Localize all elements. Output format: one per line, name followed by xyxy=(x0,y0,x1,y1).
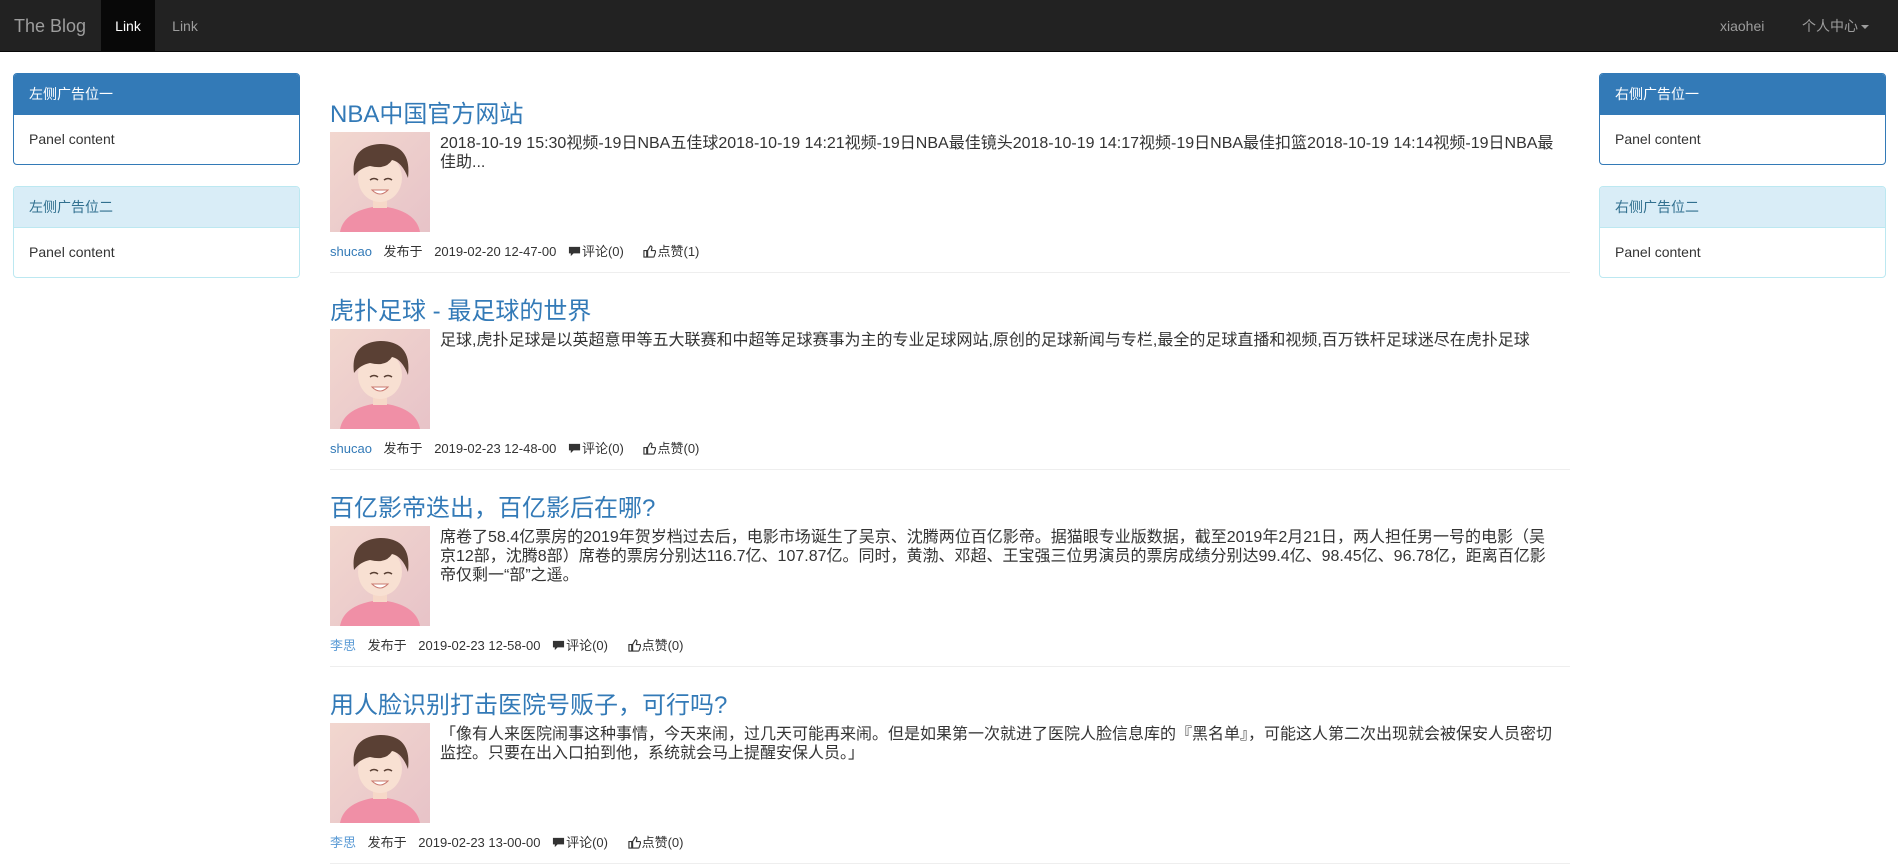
comments-link[interactable]: 评论(0) xyxy=(552,835,616,850)
comments-count: 评论(0) xyxy=(566,638,608,653)
left-ad-panel-2: 左侧广告位二 Panel content xyxy=(13,186,300,278)
article-title-link[interactable]: 用人脸识别打击医院号贩子，可行吗? xyxy=(330,685,727,720)
likes-count: 点赞(0) xyxy=(657,441,700,456)
article-title-link[interactable]: 百亿影帝迭出，百亿影后在哪? xyxy=(330,488,655,523)
likes-link[interactable]: 点赞(0) xyxy=(643,441,707,456)
comments-count: 评论(0) xyxy=(581,441,624,456)
panel-body: Panel content xyxy=(29,244,115,260)
author-link[interactable]: shucao xyxy=(330,244,372,259)
panel-heading: 右侧广告位二 xyxy=(1600,187,1885,228)
article-summary: 足球,虎扑足球是以英超意甲等五大联赛和中超等足球赛事为主的专业足球网站,原创的足… xyxy=(440,332,1530,349)
likes-link[interactable]: 点赞(1) xyxy=(643,244,707,259)
published-label: 发布于 xyxy=(383,244,423,259)
brand-link[interactable]: The Blog xyxy=(14,0,86,52)
comment-icon xyxy=(552,640,565,651)
article-item: 用人脸识别打击医院号贩子，可行吗? 「像有人来医院闹事这种事情，今天来闹，过几天… xyxy=(330,667,1570,864)
article-thumbnail[interactable] xyxy=(330,723,430,823)
publish-date: 2019-02-23 13-00-00 xyxy=(418,835,541,850)
comment-icon xyxy=(568,246,581,257)
comment-icon xyxy=(552,837,565,848)
author-link[interactable]: shucao xyxy=(330,441,372,456)
nav-link-active[interactable]: Link xyxy=(101,0,155,52)
publish-date: 2019-02-23 12-48-00 xyxy=(434,441,557,456)
panel-body: Panel content xyxy=(1615,131,1701,147)
article-summary: 席卷了58.4亿票房的2019年贺岁档过去后，电影市场诞生了吴京、沈腾两位百亿影… xyxy=(440,529,1546,584)
article-meta: shucao 发布于 2019-02-20 12-47-00 评论(0) 点赞(… xyxy=(330,241,715,260)
panel-heading: 右侧广告位一 xyxy=(1600,74,1885,115)
thumbs-up-icon xyxy=(643,245,657,258)
user-name-link[interactable]: xiaohei xyxy=(1720,0,1764,52)
chevron-down-icon xyxy=(1861,25,1869,30)
likes-link[interactable]: 点赞(0) xyxy=(627,638,692,653)
thumbs-up-icon xyxy=(643,442,657,455)
comments-link[interactable]: 评论(0) xyxy=(568,244,632,259)
panel-body: Panel content xyxy=(29,131,115,147)
right-ad-panel-2: 右侧广告位二 Panel content xyxy=(1599,186,1886,278)
publish-date: 2019-02-20 12-47-00 xyxy=(434,244,557,259)
article-item: 百亿影帝迭出，百亿影后在哪? 席卷了58.4亿票房的2019年贺岁档过去后，电影… xyxy=(330,470,1570,667)
author-link[interactable]: 李思 xyxy=(330,835,356,850)
likes-count: 点赞(1) xyxy=(657,244,700,259)
article-summary: 「像有人来医院闹事这种事情，今天来闹，过几天可能再来闹。但是如果第一次就进了医院… xyxy=(440,726,1553,762)
panel-body: Panel content xyxy=(1615,244,1701,260)
comments-count: 评论(0) xyxy=(581,244,624,259)
article-thumbnail[interactable] xyxy=(330,132,430,232)
likes-count: 点赞(0) xyxy=(641,638,684,653)
thumbs-up-icon xyxy=(627,639,641,652)
article-item: 虎扑足球 - 最足球的世界 足球,虎扑足球是以英超意甲等五大联赛和中超等足球赛事… xyxy=(330,273,1570,470)
likes-link[interactable]: 点赞(0) xyxy=(627,835,692,850)
thumbs-up-icon xyxy=(627,836,641,849)
top-navbar: The Blog Link Link xiaohei 个人中心 xyxy=(0,0,1898,52)
article-thumbnail[interactable] xyxy=(330,329,430,429)
article-thumbnail[interactable] xyxy=(330,526,430,626)
article-meta: 李思 发布于 2019-02-23 13-00-00 评论(0) 点赞(0) xyxy=(330,832,699,851)
user-center-label: 个人中心 xyxy=(1802,18,1858,34)
panel-heading: 左侧广告位一 xyxy=(14,74,299,115)
comments-link[interactable]: 评论(0) xyxy=(552,638,616,653)
panel-heading: 左侧广告位二 xyxy=(14,187,299,228)
publish-date: 2019-02-23 12-58-00 xyxy=(418,638,541,653)
comments-link[interactable]: 评论(0) xyxy=(568,441,632,456)
nav-link[interactable]: Link xyxy=(160,0,210,52)
user-center-dropdown[interactable]: 个人中心 xyxy=(1802,0,1869,52)
article-title-link[interactable]: NBA中国官方网站 xyxy=(330,94,523,129)
article-summary: 2018-10-19 15:30视频-19日NBA五佳球2018-10-19 1… xyxy=(440,135,1554,171)
comment-icon xyxy=(568,443,581,454)
published-label: 发布于 xyxy=(367,835,407,850)
author-link[interactable]: 李思 xyxy=(330,638,356,653)
article-title-link[interactable]: 虎扑足球 - 最足球的世界 xyxy=(330,291,591,326)
published-label: 发布于 xyxy=(383,441,423,456)
left-ad-panel-1: 左侧广告位一 Panel content xyxy=(13,73,300,165)
comments-count: 评论(0) xyxy=(566,835,608,850)
right-ad-panel-1: 右侧广告位一 Panel content xyxy=(1599,73,1886,165)
likes-count: 点赞(0) xyxy=(641,835,684,850)
article-meta: shucao 发布于 2019-02-23 12-48-00 评论(0) 点赞(… xyxy=(330,438,715,457)
article-meta: 李思 发布于 2019-02-23 12-58-00 评论(0) 点赞(0) xyxy=(330,635,699,654)
article-item: NBA中国官方网站 2018-10-19 15:30视频-19日NBA五佳球20… xyxy=(330,76,1570,273)
published-label: 发布于 xyxy=(367,638,407,653)
